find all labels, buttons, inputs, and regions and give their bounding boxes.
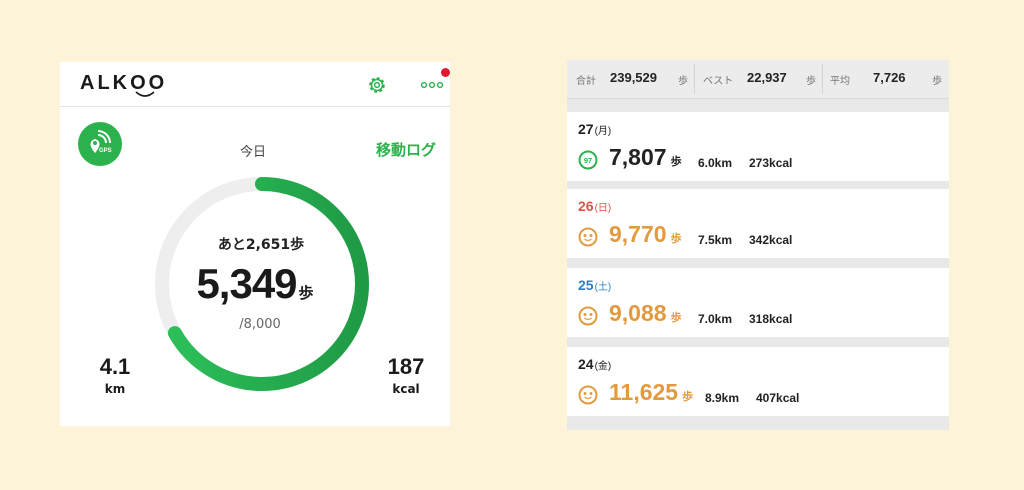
day-date: 24(金) [578, 356, 611, 372]
summary-value: 239,529 [610, 70, 657, 85]
day-calories: 273kcal [749, 156, 793, 170]
date-number: 27 [578, 121, 594, 137]
gear-icon[interactable] [366, 74, 388, 96]
steps-value: 11,625 [609, 379, 679, 405]
progress-97-label: 97 [584, 156, 592, 165]
history-panel[interactable]: 合計 239,529 歩 ベスト 22,937 歩 平均 7,726 歩 27(… [567, 60, 949, 430]
smile-face-icon [578, 385, 598, 405]
steps-unit: 歩 [682, 391, 694, 403]
day-of-week: (日) [594, 203, 612, 214]
distance-value: 4.1 [99, 354, 131, 379]
smile-face-icon [578, 227, 598, 247]
distance-unit: km [104, 382, 126, 396]
steps-value: 7,807 [609, 144, 667, 170]
day-distance: 7.0km [698, 312, 733, 326]
summary-value: 22,937 [747, 70, 787, 85]
date-number: 25 [578, 277, 594, 293]
app-header: ALKOO [60, 62, 450, 107]
day-row[interactable]: 24(金) 11,625 歩 8.9km 407kcal [567, 347, 949, 416]
gps-button[interactable]: GPS [78, 122, 122, 166]
day-steps: 7,807 歩 [609, 144, 682, 171]
logo-smile-icon [135, 91, 155, 97]
steps-unit: 歩 [670, 156, 682, 168]
today-panel: ALKOO GPS 今日 移動ログ あと2,651歩 5,349 歩 /8,00… [60, 62, 450, 426]
today-label: 今日 [240, 145, 267, 160]
day-calories: 407kcal [756, 391, 800, 405]
date-number: 26 [578, 198, 594, 214]
summary-unit: 歩 [806, 76, 816, 87]
day-of-week: (金) [594, 361, 612, 372]
summary-label: 平均 [830, 76, 850, 87]
day-steps: 11,625 歩 [609, 379, 693, 406]
steps-unit: 歩 [670, 312, 682, 324]
summary-unit: 歩 [932, 76, 942, 87]
day-steps: 9,770 歩 [609, 221, 682, 248]
calories-unit: kcal [392, 382, 420, 396]
day-row[interactable]: 27(月) 97 7,807 歩 6.0km 273kcal [567, 112, 949, 181]
day-of-week: (土) [594, 282, 612, 293]
today-steps: 5,349 歩 [170, 260, 340, 308]
gps-label: GPS [99, 148, 112, 154]
summary-unit: 歩 [678, 76, 688, 87]
day-calories: 318kcal [749, 312, 793, 326]
smile-face-icon [578, 306, 598, 326]
calories-value: 187 [387, 354, 425, 379]
gps-signal-icon [90, 130, 111, 153]
summary-total: 合計 239,529 歩 [567, 60, 694, 98]
steps-unit: 歩 [670, 233, 682, 245]
summary-bar: 合計 239,529 歩 ベスト 22,937 歩 平均 7,726 歩 [567, 60, 949, 99]
summary-average: 平均 7,726 歩 [823, 60, 949, 98]
day-distance: 8.9km [705, 391, 740, 405]
steps-value: 9,770 [609, 221, 667, 247]
day-steps: 9,088 歩 [609, 300, 682, 327]
day-distance: 6.0km [698, 156, 733, 170]
summary-label: ベスト [703, 76, 734, 87]
day-distance: 7.5km [698, 233, 733, 247]
day-of-week: (月) [594, 126, 612, 137]
day-date: 26(日) [578, 198, 611, 214]
steps-value: 9,088 [609, 300, 667, 326]
date-number: 24 [578, 356, 594, 372]
steps-goal: /8,000 [239, 317, 281, 332]
move-log-link[interactable]: 移動ログ [376, 139, 436, 160]
notification-dot [441, 68, 450, 77]
day-date: 27(月) [578, 121, 611, 137]
steps-count: 5,349 [196, 260, 297, 307]
day-date: 25(土) [578, 277, 611, 293]
summary-best: ベスト 22,937 歩 [695, 60, 822, 98]
day-calories: 342kcal [749, 233, 793, 247]
steps-unit: 歩 [298, 284, 314, 302]
summary-label: 合計 [576, 76, 596, 87]
day-row[interactable]: 25(土) 9,088 歩 7.0km 318kcal [567, 268, 949, 337]
progress-97-icon: 97 [578, 150, 598, 170]
more-dots-icon[interactable] [420, 77, 444, 91]
remaining-steps: あと2,651歩 [217, 237, 305, 253]
day-row[interactable]: 26(日) 9,770 歩 7.5km 342kcal [567, 189, 949, 258]
summary-value: 7,726 [873, 70, 906, 85]
